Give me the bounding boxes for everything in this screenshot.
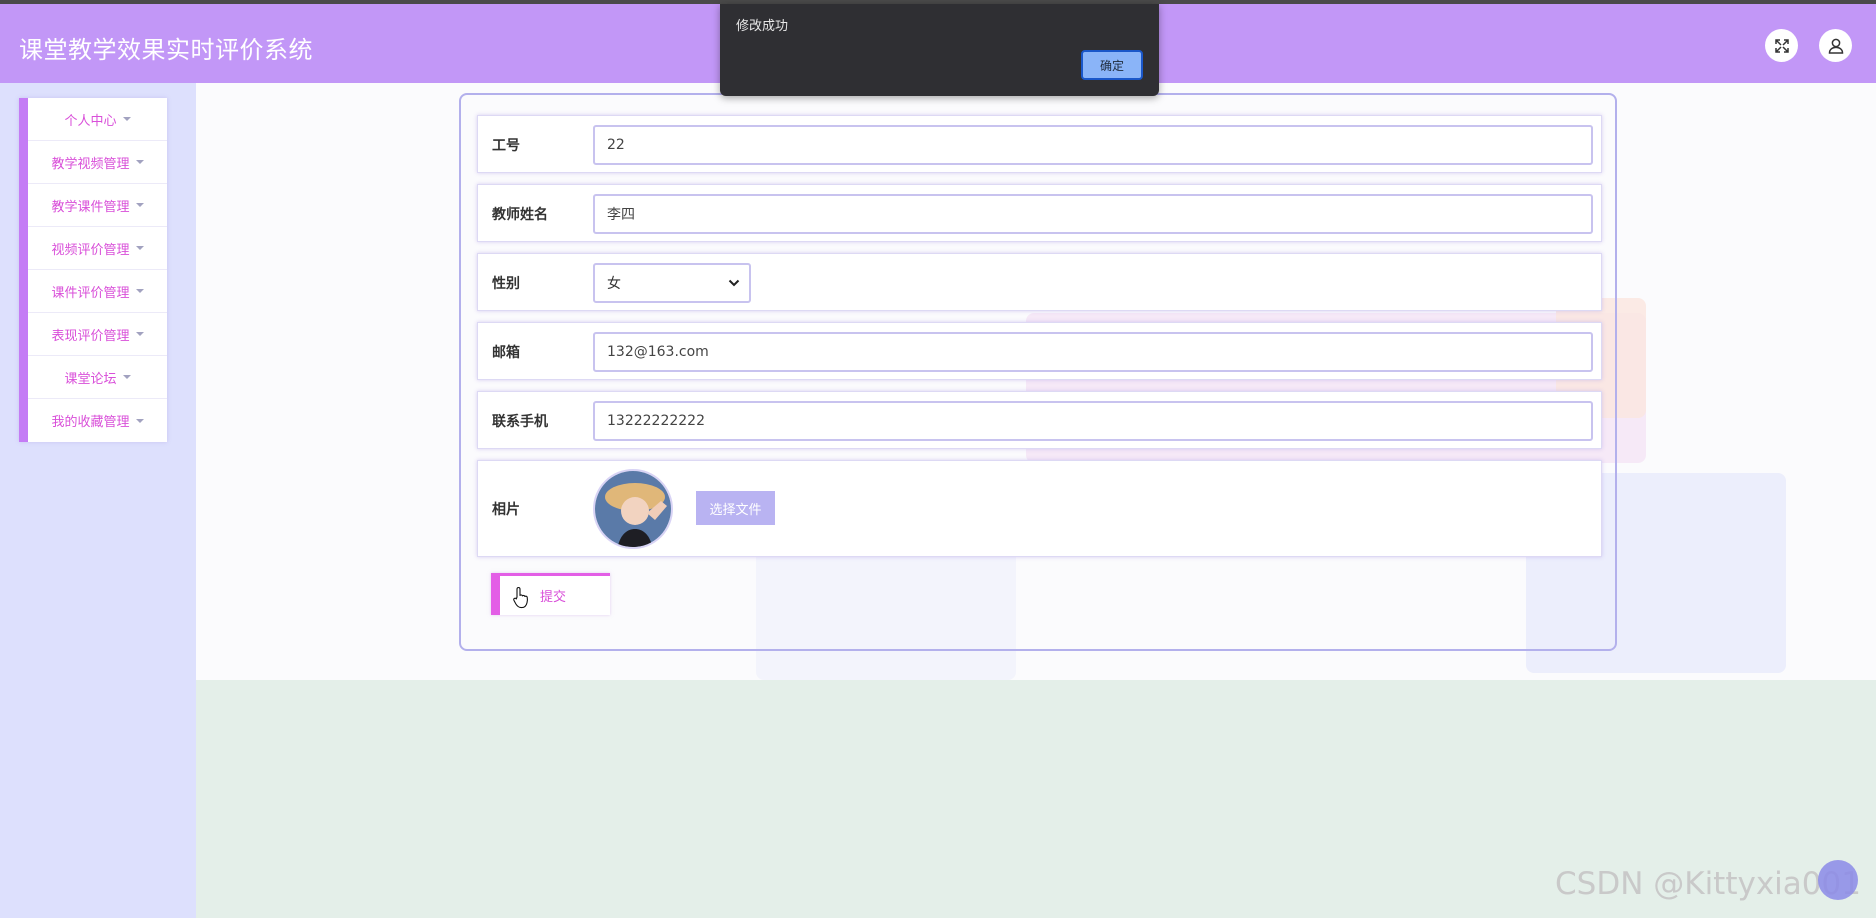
avatar	[593, 469, 673, 549]
watermark: CSDN @Kittyxia001	[1555, 866, 1861, 902]
sidebar-item-label: 个人中心	[64, 113, 117, 129]
sidebar-item-label: 表现评价管理	[51, 328, 130, 344]
caret-down-icon	[135, 418, 144, 423]
sidebar-item-favorites[interactable]: 我的收藏管理	[28, 399, 167, 442]
floating-action-button[interactable]	[1818, 860, 1858, 900]
employee-id-row: 工号	[477, 115, 1602, 173]
sidebar-item-personal-center[interactable]: 个人中心	[28, 98, 167, 141]
profile-photo	[595, 471, 671, 547]
email-input[interactable]	[593, 332, 1593, 372]
caret-down-icon	[122, 375, 131, 379]
user-icon	[1828, 38, 1843, 54]
sidebar-item-performance-evaluation[interactable]: 表现评价管理	[28, 313, 167, 356]
caret-down-icon	[135, 332, 144, 336]
confirm-button[interactable]: 确定	[1081, 50, 1143, 80]
email-row: 邮箱	[477, 322, 1602, 380]
choose-file-button[interactable]: 选择文件	[696, 491, 775, 525]
gender-select-value: 女	[607, 276, 621, 292]
sidebar-item-label: 课件评价管理	[51, 285, 130, 301]
photo-label: 相片	[492, 502, 520, 518]
email-label: 邮箱	[492, 345, 520, 361]
employee-id-input[interactable]	[593, 125, 1593, 165]
chevron-down-icon	[728, 279, 740, 287]
employee-id-label: 工号	[492, 138, 520, 154]
sidebar-item-label: 教学视频管理	[51, 156, 130, 172]
profile-form: 工号 教师姓名 性别 女 邮箱 联系手机 相片	[459, 93, 1617, 651]
alert-message: 修改成功	[736, 19, 789, 34]
sidebar-item-forum[interactable]: 课堂论坛	[28, 356, 167, 399]
caret-down-icon	[122, 117, 131, 121]
phone-label: 联系手机	[492, 414, 548, 430]
expand-icon	[1774, 38, 1789, 53]
gender-select[interactable]: 女	[593, 263, 751, 303]
teacher-name-input[interactable]	[593, 194, 1593, 234]
gender-row: 性别 女	[477, 253, 1602, 311]
sidebar-item-label: 课堂论坛	[64, 371, 117, 387]
sidebar-item-label: 我的收藏管理	[51, 415, 130, 430]
caret-down-icon	[135, 289, 144, 293]
fullscreen-button[interactable]	[1765, 29, 1798, 62]
submit-button[interactable]: 提交	[491, 573, 610, 615]
sidebar-item-label: 视频评价管理	[51, 242, 130, 258]
hand-cursor-icon	[513, 586, 528, 609]
caret-down-icon	[135, 246, 144, 250]
sidebar-item-label: 教学课件管理	[51, 199, 130, 215]
sidebar-item-courseware-management[interactable]: 教学课件管理	[28, 184, 167, 227]
photo-row: 相片 选择文件	[477, 460, 1602, 557]
phone-row: 联系手机	[477, 391, 1602, 449]
caret-down-icon	[135, 203, 144, 207]
app-title: 课堂教学效果实时评价系统	[19, 36, 313, 64]
sidebar-item-courseware-evaluation[interactable]: 课件评价管理	[28, 270, 167, 313]
user-menu-button[interactable]	[1819, 29, 1852, 62]
caret-down-icon	[135, 160, 144, 164]
phone-input[interactable]	[593, 401, 1593, 441]
sidebar-menu: 个人中心 教学视频管理 教学课件管理 视频评价管理 课件评价管理 表现评价管理 …	[19, 98, 167, 442]
teacher-name-label: 教师姓名	[492, 207, 548, 223]
alert-dialog: 修改成功 确定	[720, 4, 1159, 96]
sidebar-item-video-management[interactable]: 教学视频管理	[28, 141, 167, 184]
gender-label: 性别	[492, 276, 520, 292]
teacher-name-row: 教师姓名	[477, 184, 1602, 242]
sidebar-item-video-evaluation[interactable]: 视频评价管理	[28, 227, 167, 270]
